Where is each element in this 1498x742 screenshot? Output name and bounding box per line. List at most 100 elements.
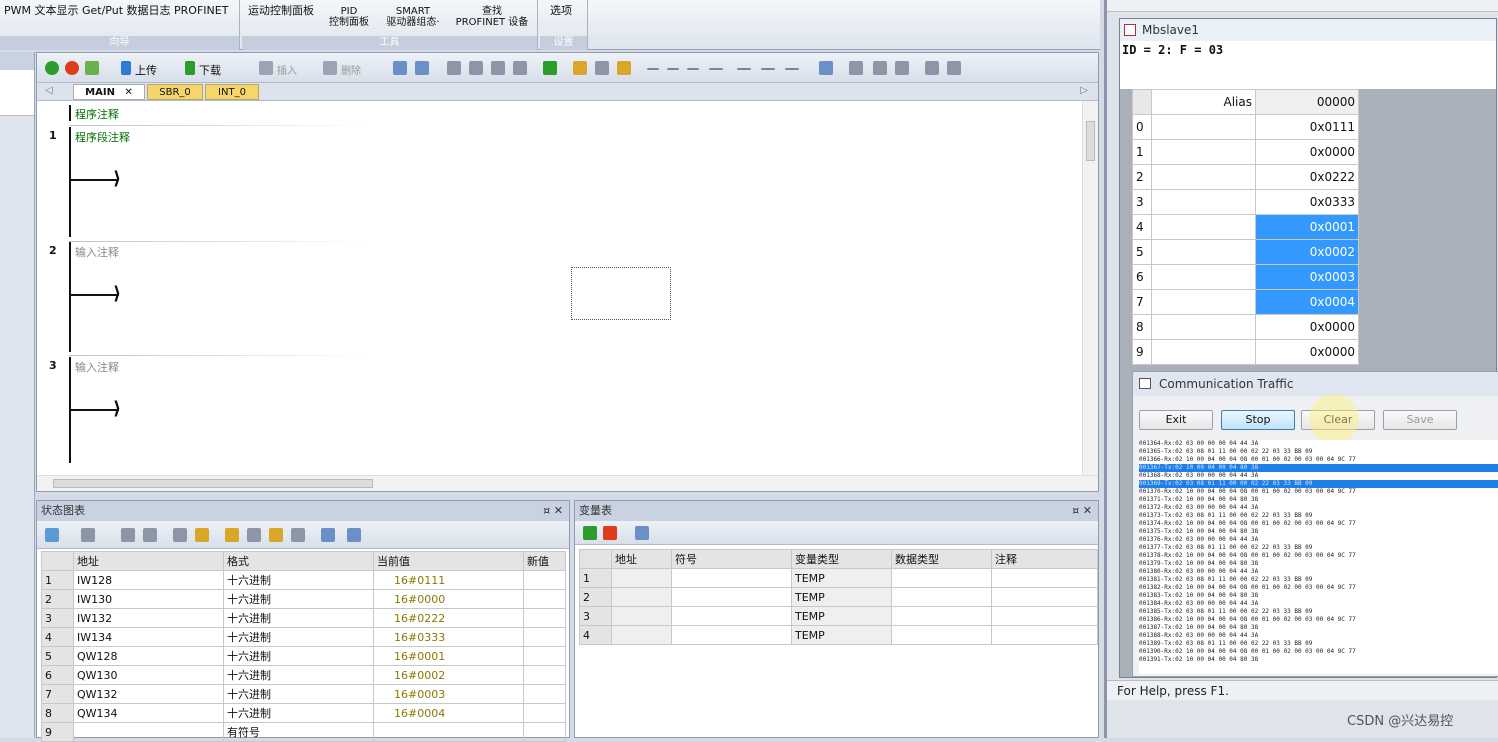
data-type-cell[interactable]: [891, 587, 992, 607]
delete-button[interactable]: 删除: [341, 62, 361, 77]
line-up-icon[interactable]: [687, 68, 699, 70]
format-cell[interactable]: 有符号: [223, 722, 374, 742]
address-cell[interactable]: QW130: [73, 665, 224, 685]
format-cell[interactable]: 十六进制: [223, 684, 374, 704]
register-value[interactable]: 0x0000: [1255, 339, 1359, 365]
format-cell[interactable]: 十六进制: [223, 665, 374, 685]
register-value[interactable]: 0x0111: [1255, 114, 1359, 140]
bookmark-next-icon[interactable]: [415, 61, 429, 75]
branch-up-icon[interactable]: [647, 68, 659, 70]
unforce-icon[interactable]: [247, 528, 261, 542]
alias-cell[interactable]: [1151, 164, 1256, 190]
scroll-thumb[interactable]: [1086, 121, 1095, 161]
register-value[interactable]: 0x0000: [1255, 314, 1359, 340]
data-type-cell[interactable]: [891, 606, 992, 626]
network-comment-icon[interactable]: [849, 61, 863, 75]
upload-button[interactable]: 上传: [135, 62, 157, 78]
new-value-cell[interactable]: [523, 665, 566, 685]
table-row[interactable]: 3 TEMP: [579, 606, 1098, 626]
network-comment[interactable]: 程序段注释: [75, 129, 130, 145]
address-cell[interactable]: IW130: [73, 589, 224, 609]
unforce-all-icon[interactable]: [269, 528, 283, 542]
address-cell[interactable]: QW134: [73, 703, 224, 723]
trend-icon[interactable]: [321, 528, 335, 542]
force-icon[interactable]: [595, 61, 609, 75]
open-coil-icon[interactable]: ⟩: [113, 170, 121, 188]
read-forced-icon[interactable]: [291, 528, 305, 542]
new-value-cell[interactable]: [523, 684, 566, 704]
register-row[interactable]: 1 0x0000: [1132, 139, 1359, 165]
address-cell[interactable]: IW128: [73, 570, 224, 590]
table-row[interactable]: 2 TEMP: [579, 587, 1098, 607]
tab-int0[interactable]: INT_0: [205, 84, 259, 100]
insert-variable-icon[interactable]: [583, 526, 597, 540]
wizard-items[interactable]: PWM 文本显示 Get/Put 数据日志 PROFINET: [4, 2, 228, 18]
register-value-selected[interactable]: 0x0002: [1255, 239, 1359, 265]
table-row[interactable]: 4 TEMP: [579, 625, 1098, 645]
unforce-icon[interactable]: [617, 61, 631, 75]
motion-panel-button[interactable]: 运动控制面板: [248, 5, 314, 16]
contact-icon[interactable]: [737, 68, 751, 70]
delete-variable-icon[interactable]: [603, 526, 617, 540]
comment-icon[interactable]: [447, 61, 461, 75]
pou-comment-icon[interactable]: [819, 61, 833, 75]
table-row[interactable]: 8 QW134 十六进制 16#0004: [41, 703, 566, 723]
vertical-scrollbar[interactable]: [1082, 101, 1098, 475]
download-button[interactable]: 下载: [199, 62, 221, 78]
data-type-cell[interactable]: [891, 568, 992, 588]
symbol-cell[interactable]: [671, 606, 792, 626]
new-value-cell[interactable]: [523, 570, 566, 590]
comment-cell[interactable]: [991, 568, 1098, 588]
format-cell[interactable]: 十六进制: [223, 589, 374, 609]
chart-status-icon[interactable]: [143, 528, 157, 542]
alias-cell[interactable]: [1151, 314, 1256, 340]
register-value-selected[interactable]: 0x0003: [1255, 264, 1359, 290]
branch-down-icon[interactable]: [667, 68, 679, 70]
register-value-selected[interactable]: 0x0004: [1255, 289, 1359, 315]
symbol-cell[interactable]: [671, 568, 792, 588]
register-row[interactable]: 6 0x0003: [1132, 264, 1359, 290]
register-row[interactable]: 5 0x0002: [1132, 239, 1359, 265]
alias-cell[interactable]: [1151, 339, 1256, 365]
address-cell[interactable]: IW132: [73, 608, 224, 628]
smart-drive-button[interactable]: SMART 驱动器组态·: [378, 6, 448, 28]
table-row[interactable]: 3 IW132 十六进制 16#0222: [41, 608, 566, 628]
table-row[interactable]: 6 QW130 十六进制 16#0002: [41, 665, 566, 685]
stop-icon[interactable]: [65, 61, 79, 75]
delete-icon[interactable]: [323, 61, 337, 75]
tab-sbr0[interactable]: SBR_0: [147, 84, 203, 100]
table-row[interactable]: 9 有符号: [41, 722, 566, 742]
alias-cell[interactable]: [1151, 239, 1256, 265]
pen-icon[interactable]: [173, 528, 187, 542]
compile-icon[interactable]: [85, 61, 99, 75]
chart-single-read-icon[interactable]: [121, 528, 135, 542]
edit-icon[interactable]: [925, 61, 939, 75]
address-cell[interactable]: QW128: [73, 646, 224, 666]
alias-cell[interactable]: [1151, 139, 1256, 165]
lock-icon[interactable]: [573, 61, 587, 75]
format-icon[interactable]: [347, 528, 361, 542]
selection-cursor[interactable]: [571, 267, 671, 320]
program-comment[interactable]: 程序注释: [75, 106, 119, 122]
address-cell[interactable]: QW132: [73, 684, 224, 704]
edit-all-icon[interactable]: [947, 61, 961, 75]
alias-cell[interactable]: [1151, 189, 1256, 215]
tab-main[interactable]: MAIN ✕: [73, 84, 145, 100]
format-cell[interactable]: 十六进制: [223, 627, 374, 647]
table-row[interactable]: 7 QW132 十六进制 16#0003: [41, 684, 566, 704]
register-row[interactable]: 9 0x0000: [1132, 339, 1359, 365]
monitor-icon[interactable]: [513, 61, 527, 75]
symbol-cell[interactable]: [671, 625, 792, 645]
address-cell[interactable]: [73, 722, 224, 742]
register-row[interactable]: 0 0x0111: [1132, 114, 1359, 140]
comment-cell[interactable]: [991, 606, 1098, 626]
format-cell[interactable]: 十六进制: [223, 608, 374, 628]
force-icon[interactable]: [225, 528, 239, 542]
insert-icon[interactable]: [259, 61, 273, 75]
horizontal-scrollbar[interactable]: [37, 475, 1098, 491]
new-value-cell[interactable]: [523, 627, 566, 647]
alias-cell[interactable]: [1151, 214, 1256, 240]
new-value-cell[interactable]: [523, 589, 566, 609]
bookmark-icon[interactable]: [393, 61, 407, 75]
download-icon[interactable]: [185, 61, 195, 75]
